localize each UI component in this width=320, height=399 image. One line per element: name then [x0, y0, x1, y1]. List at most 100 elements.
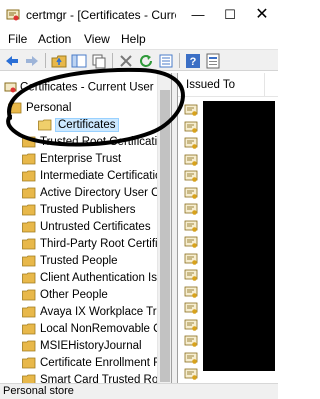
- tree-item-label: Third-Party Root Certification Authoriti…: [40, 238, 171, 250]
- tree-item-enterprise-trust[interactable]: Enterprise Trust: [22, 151, 121, 168]
- tree-scroll-thumb[interactable]: [160, 90, 170, 382]
- title-bar[interactable]: certmgr - [Certificates - Current User\P…: [0, 0, 278, 30]
- tree-item-label: Enterprise Trust: [40, 153, 122, 165]
- folder-icon: [22, 289, 36, 301]
- folder-icon: [22, 221, 36, 233]
- folder-icon: [22, 272, 36, 284]
- tree-item-label: Certificates: [55, 118, 119, 132]
- menu-view[interactable]: View: [84, 32, 110, 46]
- tree-item-trusted-root[interactable]: Trusted Root Certification Authorities: [22, 134, 171, 151]
- tree-item-label: Local NonRemovable Certificates: [40, 323, 171, 335]
- minimize-button[interactable]: —: [182, 0, 214, 30]
- tree-item-label: Client Authentication Issuers: [40, 272, 172, 284]
- status-text: Personal store: [3, 385, 74, 397]
- tree-root-label: Certificates - Current User: [20, 81, 154, 94]
- up-folder-icon[interactable]: [51, 53, 67, 69]
- certificate-icon: [184, 203, 198, 215]
- tree-item-client-authentication-issuers[interactable]: Client Authentication Issuers: [22, 270, 172, 287]
- toolbar: ?: [0, 49, 278, 71]
- certificate-icon: [184, 352, 198, 364]
- certificate-icon: [184, 368, 198, 380]
- delete-icon[interactable]: [118, 53, 134, 69]
- column-header-issued-to[interactable]: Issued To: [186, 79, 235, 91]
- export-list-icon[interactable]: [158, 53, 174, 69]
- tree-root-certificates-current-user[interactable]: Certificates - Current User: [4, 81, 154, 94]
- tree-item-certificates[interactable]: Certificates: [38, 117, 119, 134]
- folder-icon: [22, 238, 36, 250]
- tree-item-label: Intermediate Certification Authorities: [40, 170, 171, 182]
- tree-item-trusted-publishers[interactable]: Trusted Publishers: [22, 202, 135, 219]
- tree-item-local-nonremovable[interactable]: Local NonRemovable Certificates: [22, 321, 171, 338]
- forward-arrow-icon[interactable]: [24, 53, 40, 69]
- folder-icon: [22, 306, 36, 318]
- certificate-icon: [184, 170, 198, 182]
- tree-item-active-directory-user-object[interactable]: Active Directory User Object: [22, 185, 172, 202]
- certificate-icon: [184, 236, 198, 248]
- certificate-icon: [184, 104, 198, 116]
- tree-item-certificate-enrollment-requests[interactable]: Certificate Enrollment Requests: [22, 355, 171, 372]
- tree-item-msie-history-journal[interactable]: MSIEHistoryJournal: [22, 338, 142, 355]
- certificate-icon: [184, 220, 198, 232]
- tree-vertical-scrollbar[interactable]: [157, 73, 171, 383]
- svg-text:?: ?: [190, 56, 197, 68]
- tree-item-label: Trusted Root Certification Authorities: [40, 136, 171, 148]
- tree-item-label: Certificate Enrollment Requests: [40, 357, 171, 369]
- menu-help[interactable]: Help: [121, 32, 146, 46]
- certificate-icon: [184, 319, 198, 331]
- menu-file[interactable]: File: [8, 32, 27, 46]
- menu-bar: File Action View Help: [0, 30, 278, 49]
- certificate-icon: [184, 187, 198, 199]
- folder-icon: [22, 374, 36, 383]
- tree-item-label: Smart Card Trusted Roots: [40, 374, 172, 383]
- certificate-icon: [184, 253, 198, 265]
- tree-item-label: Other People: [40, 289, 108, 301]
- certificate-icon: [184, 121, 198, 133]
- tree-item-smart-card-trusted-roots[interactable]: Smart Card Trusted Roots: [22, 372, 172, 383]
- tree-item-third-party-root[interactable]: Third-Party Root Certification Authoriti…: [22, 236, 171, 253]
- tree-item-other-people[interactable]: Other People: [22, 287, 108, 304]
- tree-item-intermediate-ca[interactable]: Intermediate Certification Authorities: [22, 168, 171, 185]
- refresh-icon[interactable]: [138, 53, 154, 69]
- tree-item-label: Trusted Publishers: [40, 204, 136, 216]
- properties-icon[interactable]: [205, 53, 221, 69]
- certificate-store-icon: [4, 82, 17, 93]
- tree-item-label: Untrusted Certificates: [40, 221, 151, 233]
- column-separator[interactable]: [264, 73, 265, 97]
- tree-item-personal[interactable]: Personal: [8, 100, 71, 117]
- tree-item-avaya-ix-workplace-trust[interactable]: Avaya IX Workplace Trust: [22, 304, 172, 321]
- folder-open-icon: [8, 102, 22, 114]
- folder-icon: [22, 187, 36, 199]
- menu-action[interactable]: Action: [38, 32, 71, 46]
- show-hide-tree-icon[interactable]: [71, 53, 87, 69]
- certificate-icon: [184, 302, 198, 314]
- status-bar: Personal store: [0, 383, 278, 399]
- folder-icon: [22, 357, 36, 369]
- certificate-icon: [184, 335, 198, 347]
- toolbar-separator: [45, 53, 46, 68]
- console-tree[interactable]: Certificates - Current User Personal Cer…: [0, 73, 172, 383]
- folder-icon: [22, 340, 36, 352]
- redacted-region: [203, 101, 275, 371]
- certificate-icon: [184, 154, 198, 166]
- certmgr-window: certmgr - [Certificates - Current User\P…: [0, 0, 278, 399]
- tree-item-label: Active Directory User Object: [40, 187, 172, 199]
- folder-icon: [22, 255, 36, 267]
- certificate-icon: [184, 286, 198, 298]
- list-header: Issued To: [178, 73, 278, 97]
- back-arrow-icon[interactable]: [4, 53, 20, 69]
- tree-item-trusted-people[interactable]: Trusted People: [22, 253, 118, 270]
- copy-icon[interactable]: [91, 53, 107, 69]
- close-button[interactable]: ✕: [246, 0, 278, 30]
- tree-item-label: Avaya IX Workplace Trust: [40, 306, 172, 318]
- certificate-icon: [184, 269, 198, 281]
- tree-item-untrusted-certificates[interactable]: Untrusted Certificates: [22, 219, 151, 236]
- folder-icon: [22, 323, 36, 335]
- maximize-button[interactable]: ☐: [214, 0, 246, 30]
- tree-item-label: MSIEHistoryJournal: [40, 340, 142, 352]
- folder-icon: [22, 153, 36, 165]
- certificate-list[interactable]: Issued To: [177, 73, 278, 383]
- help-icon[interactable]: ?: [185, 53, 201, 69]
- folder-icon: [22, 204, 36, 216]
- toolbar-separator: [112, 53, 113, 68]
- tree-item-label: Trusted People: [40, 255, 118, 267]
